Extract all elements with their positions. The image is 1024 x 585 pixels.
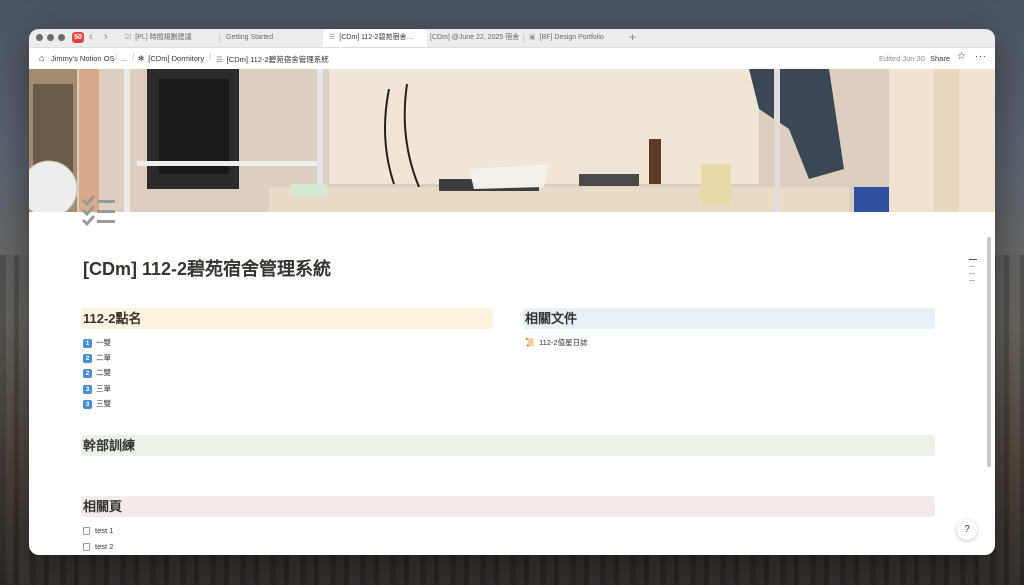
tab-cdm-june22[interactable]: [CDm] @June 22, 2025 宿舍: [430, 29, 522, 47]
number-2-icon: 2: [83, 368, 92, 378]
breadcrumb-current-page[interactable]: ☰ [CDm] 112-2碧苑宿舍管理系統: [216, 54, 329, 65]
section-heading-roll-call[interactable]: 112-2點名: [81, 308, 493, 329]
breadcrumb-ellipsis[interactable]: ...: [121, 54, 127, 63]
gear-icon: ✻: [138, 54, 145, 63]
breadcrumb-label: [CDm] Dormitory: [148, 54, 205, 63]
edited-timestamp: Edited Jun 30: [879, 54, 925, 63]
help-button[interactable]: ?: [957, 520, 977, 540]
close-window-button[interactable]: [36, 34, 43, 41]
item-label: 112-2值星日誌: [538, 338, 588, 347]
number-3-icon: 3: [83, 384, 92, 394]
number-1-icon: 1: [83, 338, 92, 348]
list-item[interactable]: 2 二雙: [83, 367, 111, 378]
breadcrumb-dormitory[interactable]: ✻ [CDm] Dormitory: [138, 54, 204, 63]
page-icon: ▣: [529, 34, 536, 41]
star-icon[interactable]: ☆: [957, 51, 966, 62]
tab-label: [CDm] 112-2碧苑宿舍…: [339, 34, 414, 41]
more-options-icon[interactable]: ···: [975, 51, 987, 62]
app-badge-icon[interactable]: 50: [72, 32, 84, 43]
item-label: 二單: [96, 353, 111, 362]
checklist-icon: ☑: [125, 34, 132, 41]
item-label: test 2: [95, 542, 114, 551]
item-label: 三單: [96, 384, 111, 393]
share-button[interactable]: Share: [930, 54, 950, 63]
item-label: test 1: [95, 526, 114, 535]
tab-label: [BF] Design Portfolio: [539, 34, 604, 41]
breadcrumb-label: [CDm] 112-2碧苑宿舍管理系統: [226, 55, 329, 64]
scrollbar[interactable]: [987, 69, 992, 555]
cover-photo-drawing: [29, 69, 995, 212]
new-tab-button[interactable]: +: [629, 30, 636, 44]
number-2-icon: 2: [83, 353, 92, 363]
scrollbar-thumb[interactable]: [987, 237, 991, 467]
list-item[interactable]: test 2: [83, 541, 113, 552]
tab-bar: 50 ‹ › ☑ [PL] 時間規劃建議 Getting Started ☰ [CD…: [29, 29, 995, 48]
forward-arrow-icon[interactable]: ›: [104, 31, 108, 43]
list-item[interactable]: 📜 112-2值星日誌: [525, 337, 588, 348]
list-item[interactable]: 3 三雙: [83, 398, 111, 409]
list-item[interactable]: 1 一雙: [83, 337, 111, 348]
tab-pl-time-planning[interactable]: ☑ [PL] 時間規劃建議: [125, 29, 217, 47]
list-item[interactable]: 3 三單: [83, 383, 111, 394]
item-label: 三雙: [96, 399, 111, 408]
item-label: 二雙: [96, 368, 111, 377]
section-heading-related-docs[interactable]: 相關文件: [523, 308, 935, 329]
checklist-icon: ☰: [329, 34, 336, 41]
page-icon: [83, 543, 90, 552]
table-of-contents-indicator[interactable]: [969, 259, 977, 287]
home-icon: ⌂: [39, 53, 45, 63]
tab-label: Getting Started: [226, 34, 274, 41]
breadcrumb: ⌂ Jimmy's Notion OS / ... / ✻ [CDm] Dormi…: [29, 48, 995, 69]
browser-window: 50 ‹ › ☑ [PL] 時間規劃建議 Getting Started ☰ [CD…: [29, 29, 995, 555]
tab-label: [PL] 時間規劃建議: [135, 34, 192, 41]
list-item[interactable]: 2 二單: [83, 352, 111, 363]
item-label: 一雙: [96, 338, 111, 347]
page-icon: [83, 527, 90, 536]
page-title[interactable]: [CDm] 112-2碧苑宿舍管理系統: [83, 255, 331, 281]
number-3-icon: 3: [83, 399, 92, 409]
checklist-icon: ☰: [216, 55, 223, 64]
window-controls: [36, 34, 65, 41]
zoom-window-button[interactable]: [58, 34, 65, 41]
section-heading-related-pages[interactable]: 相關頁: [81, 496, 935, 517]
cover-image[interactable]: [29, 69, 995, 212]
tab-cdm-dorm-system[interactable]: ☰ [CDm] 112-2碧苑宿舍…: [323, 29, 427, 47]
tab-label: [CDm] @June 22, 2025 宿舍: [430, 34, 520, 41]
breadcrumb-workspace[interactable]: Jimmy's Notion OS: [51, 54, 115, 63]
tab-getting-started[interactable]: Getting Started: [226, 29, 318, 47]
minimize-window-button[interactable]: [47, 34, 54, 41]
list-item[interactable]: test 1: [83, 525, 113, 536]
checklist-icon[interactable]: [81, 194, 117, 226]
tab-bf-design-portfolio[interactable]: ▣ [BF] Design Portfolio: [529, 29, 621, 47]
section-heading-training[interactable]: 幹部訓練: [81, 435, 935, 456]
scroll-icon: 📜: [525, 338, 535, 347]
back-arrow-icon[interactable]: ‹: [89, 31, 93, 43]
